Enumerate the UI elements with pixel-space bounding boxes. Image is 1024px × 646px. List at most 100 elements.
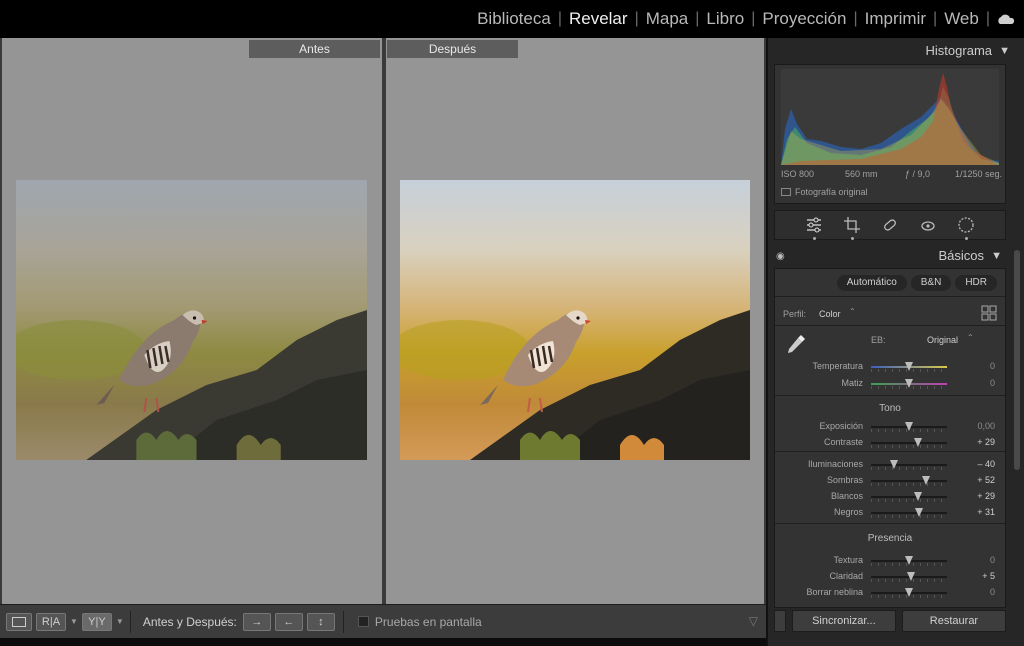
basics-header[interactable]: ◉ Básicos ▼ (774, 246, 1006, 266)
module-web[interactable]: Web (937, 9, 986, 29)
red-eye-icon[interactable] (919, 216, 937, 234)
crop-icon[interactable] (843, 216, 861, 240)
before-photo[interactable] (16, 180, 367, 460)
slider-iluminaciones[interactable]: Iluminaciones – 40 (775, 457, 1005, 471)
slider-blancos[interactable]: Blancos + 29 (775, 489, 1005, 503)
slider-temperatura[interactable]: Temperatura 0 (775, 359, 1005, 373)
slider-value[interactable]: + 52 (977, 475, 995, 485)
slider-track[interactable] (871, 442, 947, 444)
slider-claridad[interactable]: Claridad + 5 (775, 569, 1005, 583)
copy-after-to-before-button[interactable]: ← (274, 612, 303, 631)
panel-scrollbar[interactable] (1014, 250, 1020, 470)
histogram-graph[interactable] (781, 69, 999, 165)
slider-thumb[interactable] (921, 476, 930, 485)
slider-thumb[interactable] (905, 379, 913, 388)
cloud-icon[interactable] (996, 13, 1016, 25)
collapse-icon[interactable]: ▼ (991, 245, 1002, 267)
healing-icon[interactable] (881, 216, 899, 234)
slider-exposición[interactable]: Exposición 0,00 (775, 419, 1005, 433)
treatment-row: Automático B&N HDR (833, 275, 997, 291)
slider-track[interactable] (871, 480, 947, 482)
module-libro[interactable]: Libro (699, 9, 751, 29)
slider-thumb[interactable] (889, 460, 898, 469)
slider-textura[interactable]: Textura 0 (775, 553, 1005, 567)
module-mapa[interactable]: Mapa (639, 9, 696, 29)
presence-section-title: Presencia (867, 533, 913, 544)
slider-value[interactable]: 0 (990, 555, 995, 565)
profile-dropdown[interactable]: Color (819, 309, 841, 319)
slider-thumb[interactable] (905, 422, 913, 431)
slider-borrar-neblina[interactable]: Borrar neblina 0 (775, 585, 1005, 599)
profile-label: Perfil: (783, 309, 807, 319)
histogram-title: Histograma (925, 43, 992, 58)
slider-label: Matiz (841, 378, 863, 388)
auto-sync-toggle[interactable] (774, 610, 786, 632)
checkbox[interactable] (781, 188, 791, 196)
slider-value[interactable]: 0,00 (977, 421, 995, 431)
slider-track[interactable] (871, 464, 947, 466)
slider-contraste[interactable]: Contraste + 29 (775, 435, 1005, 449)
shutter-readout: 1/1250 seg. (955, 169, 1003, 179)
slider-ticks (871, 445, 947, 448)
yy-dropdown-icon[interactable]: ▼ (116, 617, 124, 626)
slider-thumb[interactable] (914, 492, 923, 501)
after-photo[interactable] (400, 180, 750, 460)
slider-value[interactable]: 0 (990, 378, 995, 388)
masking-icon[interactable] (957, 216, 975, 240)
slider-thumb[interactable] (905, 362, 913, 371)
slider-thumb[interactable] (905, 588, 913, 597)
loupe-view-button[interactable] (6, 612, 32, 631)
basics-panel: Automático B&N HDR Perfil: Color ⌃ EB: O… (774, 268, 1006, 608)
slider-thumb[interactable] (906, 572, 915, 581)
slider-thumb[interactable] (914, 508, 923, 517)
original-photo-toggle[interactable]: Fotografía original (781, 187, 868, 197)
hdr-button[interactable]: HDR (955, 275, 997, 291)
module-biblioteca[interactable]: Biblioteca (470, 9, 558, 29)
collapse-icon[interactable]: ▼ (999, 40, 1010, 62)
original-photo-label: Fotografía original (795, 187, 868, 197)
module-proyección[interactable]: Proyección (755, 9, 853, 29)
wb-label: EB: (871, 335, 886, 345)
slider-label: Borrar neblina (806, 587, 863, 597)
profile-browser-icon[interactable] (981, 305, 997, 321)
histogram-header[interactable]: Histograma ▼ (774, 40, 1014, 62)
slider-track[interactable] (871, 512, 947, 514)
bw-button[interactable]: B&N (910, 275, 952, 291)
dropdown-arrow-icon[interactable]: ⌃ (967, 333, 974, 342)
slider-value[interactable]: + 29 (977, 437, 995, 447)
before-after-label: Antes y Después: (142, 614, 237, 629)
wb-dropdown[interactable]: Original (927, 335, 958, 345)
loupe-icon (12, 616, 26, 627)
soft-proof-checkbox[interactable] (357, 616, 369, 627)
slider-negros[interactable]: Negros + 31 (775, 505, 1005, 519)
copy-before-to-after-button[interactable]: → (242, 612, 271, 631)
edit-sliders-icon[interactable] (805, 216, 823, 240)
slider-sombras[interactable]: Sombras + 52 (775, 473, 1005, 487)
slider-thumb[interactable] (914, 438, 923, 447)
module-imprimir[interactable]: Imprimir (858, 9, 933, 29)
slider-thumb[interactable] (905, 556, 913, 565)
toolbar-menu-icon[interactable]: ▽ (749, 614, 758, 628)
before-pane: Antes (2, 38, 382, 604)
module-revelar[interactable]: Revelar (562, 9, 635, 29)
auto-button[interactable]: Automático (836, 275, 907, 291)
before-after-ra-button[interactable]: R|A (36, 612, 66, 631)
slider-value[interactable]: + 5 (982, 571, 995, 581)
tool-strip (774, 210, 1006, 240)
toolbar-divider (342, 610, 344, 633)
reset-button[interactable]: Restaurar (901, 610, 1006, 632)
slider-matiz[interactable]: Matiz 0 (775, 376, 1005, 390)
wb-eyedropper-icon[interactable] (783, 331, 809, 357)
ra-dropdown-icon[interactable]: ▼ (70, 617, 78, 626)
slider-value[interactable]: 0 (990, 587, 995, 597)
slider-track[interactable] (871, 496, 947, 498)
slider-label: Blancos (830, 491, 863, 501)
swap-before-after-button[interactable]: ↕ (306, 612, 335, 631)
dropdown-arrow-icon[interactable]: ⌃ (849, 307, 856, 316)
before-after-yy-button[interactable]: Y|Y (81, 612, 112, 631)
sync-button[interactable]: Sincronizar... (791, 610, 896, 632)
slider-value[interactable]: 0 (990, 361, 995, 371)
slider-value[interactable]: + 31 (977, 507, 995, 517)
slider-value[interactable]: – 40 (977, 459, 995, 469)
slider-value[interactable]: + 29 (977, 491, 995, 501)
